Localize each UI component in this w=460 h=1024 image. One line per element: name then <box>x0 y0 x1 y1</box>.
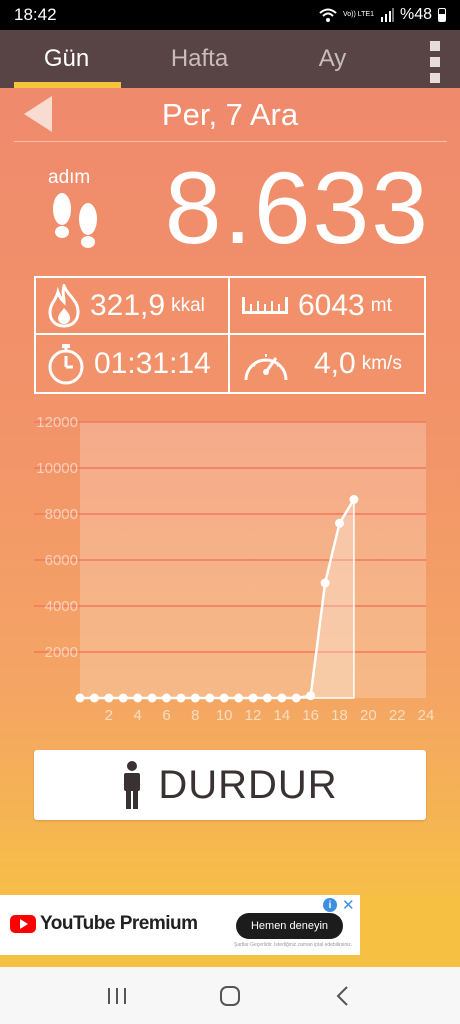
x-tick-label: 6 <box>162 707 170 724</box>
ad-brand: YouTube Premium <box>40 913 198 934</box>
signal-icon <box>380 8 394 22</box>
data-point <box>335 518 344 528</box>
network-label: Vo)) LTE1 <box>342 11 374 18</box>
data-point <box>190 693 200 703</box>
ad-logo: YouTube Premium <box>10 913 198 935</box>
status-bar: 18:42 Vo)) LTE1 %48 <box>0 0 460 30</box>
data-point <box>205 693 215 703</box>
flame-icon <box>48 283 80 328</box>
data-point <box>104 693 114 703</box>
y-tick-label: 10000 <box>36 460 78 477</box>
x-tick-label: 10 <box>216 707 233 724</box>
x-tick-label: 24 <box>418 707 435 724</box>
y-tick-label: 12000 <box>36 414 78 431</box>
speed-stat: 4,0 km/s <box>230 335 424 392</box>
ad-close-icon[interactable]: ✕ <box>342 896 355 914</box>
stop-button[interactable]: DURDUR <box>34 750 426 820</box>
y-tick-label: 4000 <box>45 598 78 615</box>
tab-week-label: Hafta <box>170 45 229 72</box>
steps-count: 8.633 <box>164 151 430 265</box>
previous-day-icon[interactable] <box>24 96 54 132</box>
x-tick-label: 4 <box>133 707 141 724</box>
distance-value: 6043 <box>298 288 365 322</box>
data-point <box>219 693 229 703</box>
data-point <box>277 693 287 703</box>
x-tick-label: 12 <box>245 707 262 724</box>
walking-person-icon <box>124 761 141 809</box>
x-tick-label: 18 <box>331 707 348 724</box>
top-nav: Gün Hafta Ay <box>0 30 460 88</box>
status-icons: Vo)) LTE1 %48 <box>319 6 446 24</box>
ad-cta-button[interactable]: Hemen deneyin <box>236 913 343 939</box>
speed-unit: km/s <box>361 352 402 374</box>
youtube-play-icon <box>10 915 36 933</box>
date-header: Per, 7 Ara <box>0 88 460 142</box>
back-icon[interactable] <box>323 976 363 1016</box>
system-nav-bar <box>0 967 460 1024</box>
x-tick-label: 16 <box>302 707 319 724</box>
x-tick-label: 8 <box>191 707 199 724</box>
distance-unit: mt <box>370 294 392 316</box>
ad-info-icon[interactable]: i <box>323 898 337 912</box>
battery-icon <box>438 8 446 22</box>
more-menu-icon[interactable] <box>428 41 442 83</box>
calories-unit: kkal <box>171 294 205 316</box>
data-point <box>176 693 186 703</box>
y-tick-label: 6000 <box>45 552 78 569</box>
calories-stat: 321,9 kkal <box>36 278 230 335</box>
y-tick-label: 8000 <box>45 506 78 523</box>
data-point <box>75 693 85 703</box>
x-tick-label: 2 <box>105 707 113 724</box>
divider <box>14 141 447 142</box>
tab-week[interactable]: Hafta <box>133 30 266 88</box>
ad-banner[interactable]: YouTube Premium Hemen deneyin Şartlar Ge… <box>0 895 360 955</box>
x-tick-label: 22 <box>389 707 406 724</box>
tab-month[interactable]: Ay <box>266 30 399 88</box>
stopwatch-icon <box>48 343 84 384</box>
home-icon[interactable] <box>210 976 250 1016</box>
y-tick-label: 2000 <box>45 644 78 661</box>
ruler-icon <box>242 296 288 314</box>
stop-button-label: DURDUR <box>158 762 338 807</box>
tab-month-label: Ay <box>318 45 347 72</box>
recent-apps-icon[interactable] <box>97 976 137 1016</box>
distance-stat: 6043 mt <box>230 278 424 335</box>
status-time: 18:42 <box>14 5 57 24</box>
steps-label: adım <box>48 167 91 188</box>
main-content: Per, 7 Ara adım 8.633 321,9 kkal 6043 mt… <box>0 88 460 895</box>
data-point <box>147 693 157 703</box>
data-point <box>234 693 244 703</box>
data-point <box>320 578 330 588</box>
data-point <box>306 691 316 701</box>
steps-chart: 2000 4000 6000 8000 10000 12000 2 4 6 8 10 12 14 16 18… <box>0 410 460 730</box>
data-point <box>162 693 171 703</box>
data-point <box>133 693 143 703</box>
x-tick-label: 14 <box>273 707 290 724</box>
data-point <box>118 693 128 703</box>
date-label: Per, 7 Ara <box>161 97 299 132</box>
chart-svg: 200040006000800010000120002 4 6 8 10 12 14 16 18… <box>34 414 435 724</box>
calories-value: 321,9 <box>90 288 166 322</box>
ad-filler <box>360 895 460 955</box>
x-tick-label: 20 <box>360 707 377 724</box>
duration-value: 01:31:14 <box>94 346 211 380</box>
data-point <box>89 693 99 703</box>
speed-value: 4,0 <box>314 346 356 380</box>
tab-day-label: Gün <box>43 45 90 72</box>
footprints-icon <box>53 193 97 248</box>
wifi-icon <box>319 8 337 22</box>
data-point <box>349 494 359 504</box>
data-point <box>262 693 272 703</box>
speedometer-icon <box>244 353 288 380</box>
data-point <box>248 693 258 703</box>
duration-stat: 01:31:14 <box>36 335 230 392</box>
ad-fine-print: Şartlar Geçerlidir. İstediğiniz zaman ip… <box>234 942 353 948</box>
stats-grid: 321,9 kkal 6043 mt 01:31:14 4,0 km/s <box>34 276 426 394</box>
ad-filler-bottom <box>0 955 460 967</box>
data-point <box>291 693 301 703</box>
tab-day[interactable]: Gün <box>0 30 133 88</box>
battery-percent: %48 <box>399 6 432 23</box>
